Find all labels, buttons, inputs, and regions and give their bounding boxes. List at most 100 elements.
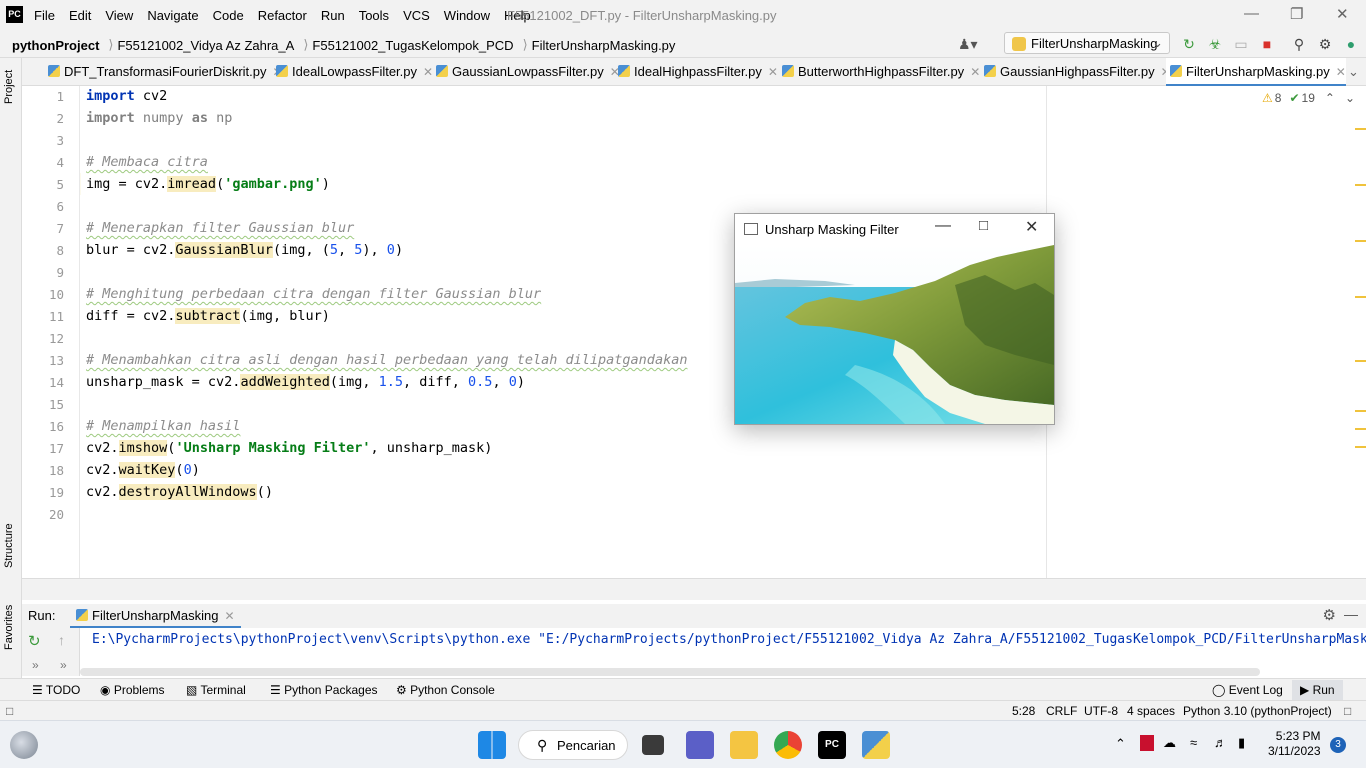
rerun-icon[interactable]: ↻ (1181, 36, 1197, 52)
tab-dft[interactable]: DFT_TransformasiFourierDiskrit.py✕ (48, 58, 283, 86)
breadcrumb-subfolder[interactable]: F55121002_TugasKelompok_PCD (312, 38, 513, 53)
error-stripe-mark[interactable] (1355, 184, 1366, 186)
expand-icon[interactable]: » (60, 658, 67, 672)
error-stripe-mark[interactable] (1355, 410, 1366, 412)
debug-icon[interactable]: ☣ (1207, 36, 1223, 52)
weather-icon[interactable] (10, 731, 38, 759)
close-icon[interactable]: ✕ (1336, 5, 1349, 23)
close-tab-icon[interactable]: ✕ (970, 65, 980, 79)
chevron-up-icon[interactable]: ⌃ (1115, 736, 1126, 752)
menu-code[interactable]: Code (213, 8, 244, 23)
chrome-icon[interactable] (774, 731, 802, 759)
menu-view[interactable]: View (105, 8, 133, 23)
hide-panel-icon[interactable]: — (1344, 606, 1358, 622)
menu-window[interactable]: Window (444, 8, 490, 23)
menu-file[interactable]: File (34, 8, 55, 23)
tab-list-chevron-icon[interactable]: ⌄ (1348, 58, 1359, 86)
gear-icon[interactable]: ⚙ (1323, 606, 1336, 624)
taskbar-clock[interactable]: 5:23 PM 3/11/2023 (1268, 729, 1321, 759)
wifi-icon[interactable]: ≈ (1190, 735, 1197, 750)
error-stripe-mark[interactable] (1355, 240, 1366, 242)
close-icon[interactable]: ✕ (1025, 217, 1038, 237)
tool-problems[interactable]: ◉ Problems (100, 683, 165, 697)
editor-panel-splitter[interactable] (22, 578, 1366, 600)
line-number: 17 (48, 441, 64, 456)
horizontal-scrollbar[interactable] (80, 668, 1260, 676)
tab-butterworth-highpass[interactable]: ButterworthHighpassFilter.py ✕ (782, 58, 980, 86)
close-tab-icon[interactable]: ✕ (224, 609, 234, 623)
error-stripe-mark[interactable] (1355, 128, 1366, 130)
run-config-selector[interactable]: FilterUnsharpMasking ⌄ (1004, 32, 1170, 54)
chevron-down-icon[interactable]: ⌄ (1345, 91, 1355, 105)
tool-terminal[interactable]: ▧ Terminal (186, 683, 246, 697)
gear-icon[interactable]: ⚙ (1317, 36, 1333, 52)
close-tab-icon[interactable]: ✕ (768, 65, 778, 79)
caret-position[interactable]: 5:28 (1012, 704, 1035, 718)
tab-gaussian-highpass[interactable]: GaussianHighpassFilter.py✕ (984, 58, 1171, 86)
battery-icon[interactable]: ▮ (1238, 735, 1245, 751)
taskbar-search[interactable]: ⚲ Pencarian (518, 730, 628, 760)
coverage-icon[interactable]: ▭ (1233, 36, 1249, 52)
pycharm-taskbar-icon[interactable]: PC (818, 731, 846, 759)
cloud-icon[interactable]: ☁ (1163, 735, 1176, 751)
start-icon[interactable] (478, 731, 506, 759)
arrow-up-icon[interactable]: ↑ (58, 632, 65, 648)
menu-run[interactable]: Run (321, 8, 345, 23)
close-tab-icon[interactable]: ✕ (423, 65, 433, 79)
tool-python-packages[interactable]: ☰ Python Packages (270, 683, 378, 697)
line-separator[interactable]: CRLF (1046, 704, 1077, 718)
chevron-up-icon[interactable]: ⌃ (1325, 91, 1335, 105)
menu-navigate[interactable]: Navigate (147, 8, 198, 23)
volume-icon[interactable]: ♬ (1214, 735, 1227, 750)
menu-edit[interactable]: Edit (69, 8, 91, 23)
file-explorer-icon[interactable] (730, 731, 758, 759)
breadcrumb-project[interactable]: pythonProject (12, 38, 99, 53)
minimize-icon[interactable]: — (935, 217, 951, 235)
maximize-icon[interactable]: □ (979, 217, 988, 234)
user-icon[interactable]: ♟▾ (958, 36, 978, 52)
inspection-widget[interactable]: ⚠ 8 ✔ 19 ⌃ ⌄ (1262, 91, 1355, 105)
expand-icon[interactable]: » (32, 658, 39, 672)
menu-tools[interactable]: Tools (359, 8, 389, 23)
breadcrumb-file[interactable]: FilterUnsharpMasking.py (532, 38, 676, 53)
teams-icon[interactable] (686, 731, 714, 759)
error-stripe-mark[interactable] (1355, 360, 1366, 362)
minimize-icon[interactable]: — (1244, 5, 1259, 22)
search-icon[interactable]: ⚲ (1291, 36, 1307, 52)
tab-filter-unsharp-masking[interactable]: FilterUnsharpMasking.py ✕ (1166, 58, 1346, 86)
indent-setting[interactable]: 4 spaces (1127, 704, 1175, 718)
breadcrumb-folder[interactable]: F55121002_Vidya Az Zahra_A (117, 38, 294, 53)
tool-event-log[interactable]: ◯ Event Log (1212, 683, 1283, 697)
task-view-icon[interactable] (642, 735, 664, 755)
project-tool-button[interactable]: Project (3, 70, 15, 104)
rerun-icon[interactable]: ↻ (28, 632, 41, 650)
tool-python-console[interactable]: ⚙ Python Console (396, 683, 495, 697)
code-editor[interactable]: import cv2 import numpy as np # Membaca … (81, 86, 1366, 578)
lock-icon[interactable]: □ (1344, 704, 1351, 718)
python-file-icon (984, 65, 996, 77)
run-console[interactable]: E:\PycharmProjects\pythonProject\venv\Sc… (80, 628, 1366, 676)
layout-icon[interactable]: □ (6, 704, 13, 718)
stop-icon[interactable]: ■ (1259, 36, 1275, 52)
menu-vcs[interactable]: VCS (403, 8, 430, 23)
toolbox-icon[interactable]: ● (1343, 36, 1359, 52)
tab-ideal-highpass[interactable]: IdealHighpassFilter.py ✕ (618, 58, 778, 86)
close-tab-icon[interactable]: ✕ (1336, 65, 1346, 79)
error-stripe-mark[interactable] (1355, 296, 1366, 298)
tool-run[interactable]: ▶ Run (1292, 680, 1343, 700)
run-tab[interactable]: FilterUnsharpMasking ✕ (70, 604, 241, 628)
structure-tool-button[interactable]: Structure (3, 523, 15, 568)
error-stripe-mark[interactable] (1355, 446, 1366, 448)
tool-todo[interactable]: ☰ TODO (32, 683, 80, 697)
favorites-tool-button[interactable]: Favorites (3, 605, 15, 650)
python-interpreter[interactable]: Python 3.10 (pythonProject) (1183, 704, 1332, 718)
python-taskbar-icon[interactable] (862, 731, 890, 759)
menu-refactor[interactable]: Refactor (258, 8, 307, 23)
tab-ideal-lowpass[interactable]: IdealLowpassFilter.py ✕ (276, 58, 433, 86)
file-encoding[interactable]: UTF-8 (1084, 704, 1118, 718)
notification-badge[interactable]: 3 (1330, 737, 1346, 753)
app-tray-icon[interactable] (1140, 735, 1154, 751)
error-stripe-mark[interactable] (1355, 428, 1366, 430)
restore-icon[interactable]: ❐ (1290, 5, 1303, 23)
tab-gaussian-lowpass[interactable]: GaussianLowpassFilter.py ✕ (436, 58, 620, 86)
